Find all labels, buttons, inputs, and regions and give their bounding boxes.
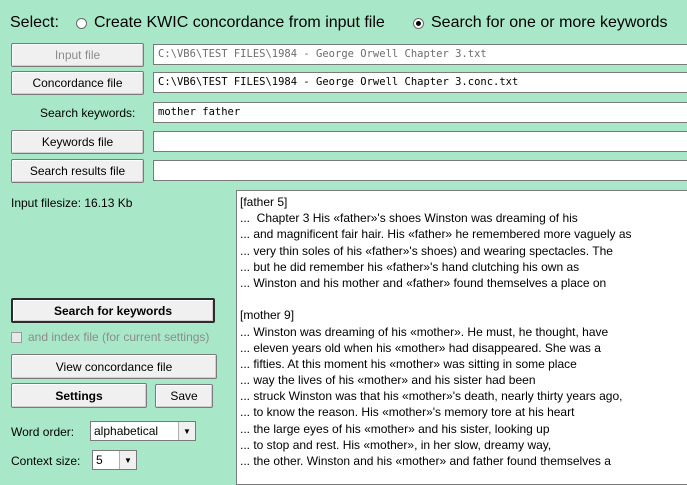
result-line: ... to stop and rest. His «mother», in h… bbox=[240, 437, 552, 452]
keywords-file-field[interactable] bbox=[153, 131, 687, 152]
word-order-value: alphabetical bbox=[94, 424, 159, 438]
result-line: ... way the lives of his «mother» and hi… bbox=[240, 373, 536, 388]
radio-search-keywords-indicator[interactable] bbox=[413, 17, 424, 29]
word-order-label: Word order: bbox=[11, 425, 75, 439]
index-file-checkbox-row[interactable]: and index file (for current settings) bbox=[11, 330, 209, 344]
chevron-down-icon[interactable]: ▼ bbox=[119, 451, 136, 469]
result-line: ... the large eyes of his «mother» and h… bbox=[240, 421, 550, 436]
keywords-file-button[interactable]: Keywords file bbox=[11, 130, 144, 154]
result-line: ... Winston was dreaming of his «mother»… bbox=[240, 324, 609, 339]
result-line: ... very thin soles of his «father»'s sh… bbox=[240, 243, 613, 258]
result-line: ... but he did remember his «father»'s h… bbox=[240, 259, 580, 274]
settings-button[interactable]: Settings bbox=[11, 383, 147, 408]
search-results-textarea[interactable]: [father 5] ... Chapter 3 His «father»'s s… bbox=[236, 190, 687, 485]
view-concordance-file-button[interactable]: View concordance file bbox=[11, 354, 217, 379]
radio-create-kwic-indicator[interactable] bbox=[76, 17, 87, 29]
context-size-label: Context size: bbox=[11, 454, 81, 468]
result-line: ... eleven years old when his «mother» h… bbox=[240, 340, 601, 355]
index-file-checkbox-label: and index file (for current settings) bbox=[28, 330, 210, 344]
index-file-checkbox[interactable] bbox=[11, 331, 22, 343]
radio-create-kwic[interactable]: Create KWIC concordance from input file bbox=[76, 14, 385, 32]
result-line: [father 5] bbox=[240, 195, 288, 209]
result-line: ... Chapter 3 His «father»'s shoes Winst… bbox=[240, 211, 578, 226]
result-line: ... to know the reason. His «mother»'s m… bbox=[240, 405, 575, 420]
concordance-file-path-field[interactable]: C:\VB6\TEST FILES\1984 - George Orwell C… bbox=[153, 72, 687, 93]
radio-create-kwic-label: Create KWIC concordance from input file bbox=[94, 14, 385, 31]
search-keywords-label: Search keywords: bbox=[40, 106, 136, 120]
input-file-button[interactable]: Input file bbox=[11, 43, 144, 67]
context-size-select[interactable]: 5 ▼ bbox=[92, 450, 137, 470]
radio-search-keywords[interactable]: Search for one or more keywords bbox=[413, 14, 668, 32]
input-file-path-field[interactable]: C:\VB6\TEST FILES\1984 - George Orwell C… bbox=[153, 44, 687, 65]
context-size-value: 5 bbox=[96, 453, 103, 467]
chevron-down-icon[interactable]: ▼ bbox=[178, 422, 195, 440]
input-filesize: Input filesize: 16.13 Kb bbox=[11, 196, 133, 210]
concordance-file-button[interactable]: Concordance file bbox=[11, 71, 144, 95]
result-line: ... and magnificent fair hair. His «fath… bbox=[240, 227, 632, 242]
result-line: ... fifties. At this moment his «mother»… bbox=[240, 356, 577, 371]
result-line: ... Winston and his mother and «father» … bbox=[240, 275, 607, 290]
result-line: ... struck Winston was that his «mother»… bbox=[240, 389, 623, 404]
result-line: ... the other. Winston and his «mother» … bbox=[240, 454, 611, 468]
save-button[interactable]: Save bbox=[155, 384, 213, 408]
word-order-select[interactable]: alphabetical ▼ bbox=[90, 421, 196, 441]
search-keywords-input[interactable]: mother father bbox=[153, 102, 687, 123]
radio-search-keywords-label: Search for one or more keywords bbox=[431, 14, 668, 31]
search-for-keywords-button[interactable]: Search for keywords bbox=[11, 298, 215, 323]
result-line: [mother 9] bbox=[240, 308, 295, 323]
result-line bbox=[240, 291, 687, 307]
search-results-file-field[interactable] bbox=[153, 160, 687, 181]
search-results-file-button[interactable]: Search results file bbox=[11, 159, 144, 183]
select-label: Select: bbox=[10, 14, 59, 31]
